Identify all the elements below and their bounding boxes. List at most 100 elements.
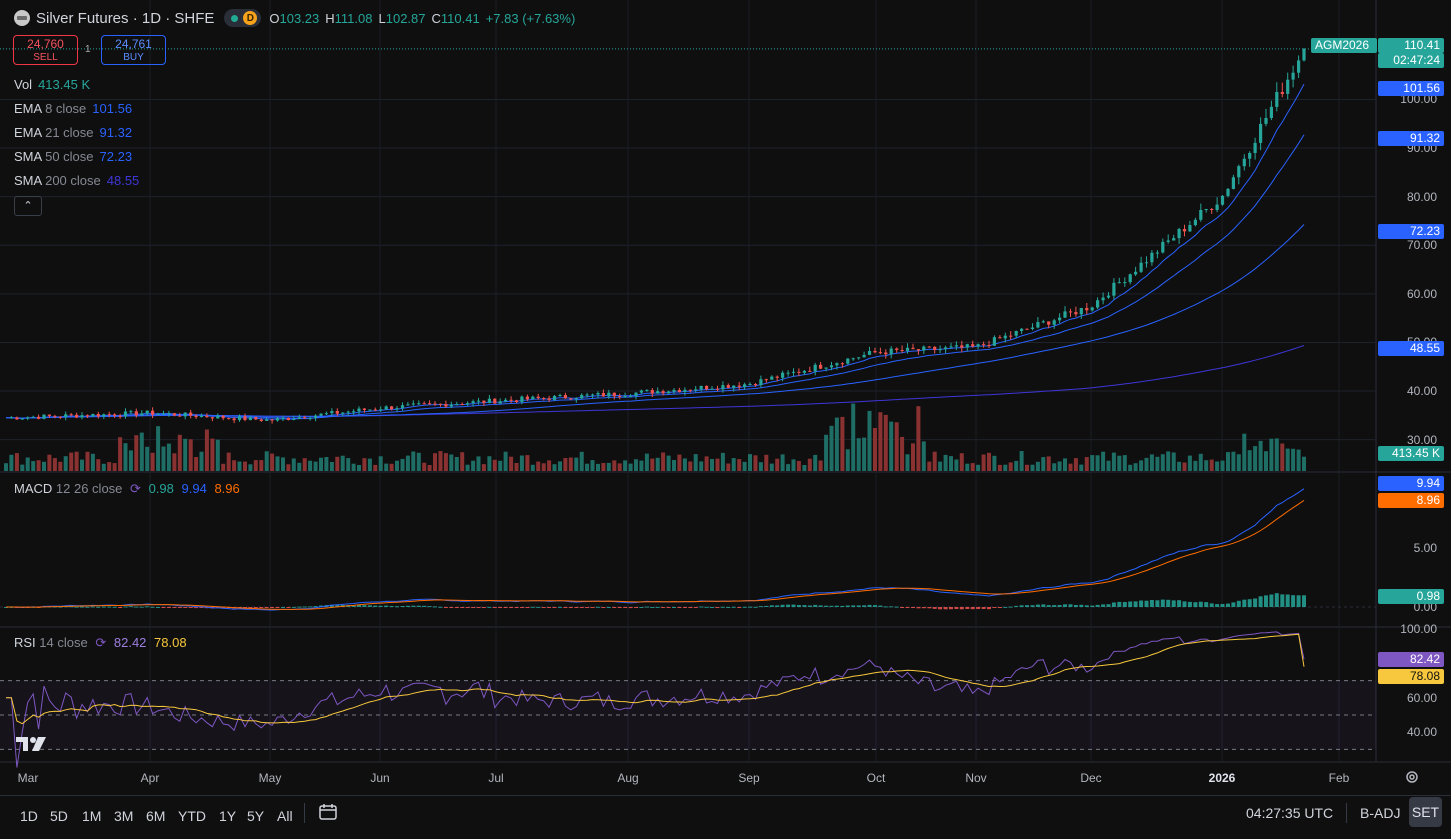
candle-body — [1090, 307, 1094, 311]
volume-bar — [579, 451, 584, 471]
candle-body — [922, 346, 926, 351]
goto-date-icon[interactable] — [318, 802, 338, 822]
legend-ma-3[interactable]: SMA 200 close 48.55 — [14, 173, 139, 189]
range-button-5y[interactable]: 5Y — [247, 808, 264, 824]
volume-bar — [1302, 456, 1306, 471]
macd-hist-bar — [1133, 601, 1138, 607]
macd-hist-bar — [96, 606, 101, 608]
volume-bar — [378, 456, 383, 471]
volume-bar — [552, 464, 557, 471]
macd-hist-bar — [1280, 594, 1285, 607]
volume-bar — [519, 455, 524, 471]
candle-body — [232, 418, 236, 421]
range-button-1m[interactable]: 1M — [82, 808, 101, 824]
macd-hist-bar — [1231, 602, 1236, 607]
price-tick-label: 40.00 — [1406, 384, 1437, 399]
ma-value: 48.55 — [106, 173, 140, 188]
candle-body — [705, 385, 709, 390]
macd-hist-bar — [715, 607, 720, 608]
candle-body — [802, 370, 806, 373]
collapse-legend-button[interactable]: ⌃ — [14, 196, 42, 216]
candle-body — [444, 404, 448, 407]
volume-bar — [259, 460, 264, 471]
volume-bar — [177, 434, 182, 471]
candle-body — [1014, 331, 1018, 336]
candle-body — [379, 409, 383, 411]
candle-body — [1182, 229, 1187, 232]
legend-macd[interactable]: MACD 12 26 close ⟳ 0.98 9.94 8.96 — [14, 481, 240, 497]
legend-ma-2[interactable]: SMA 50 close 72.23 — [14, 149, 132, 165]
range-button-5d[interactable]: 5D — [50, 808, 68, 824]
ohlc-value: 110.41 — [440, 10, 480, 26]
range-button-all[interactable]: All — [277, 808, 293, 824]
ohlc-values: O103.23 H111.08 L102.87 C110.41 +7.83 (+7.63… — [269, 10, 581, 27]
macd-hist-bar — [987, 607, 991, 610]
market-status-pill[interactable]: D — [224, 9, 262, 27]
macd-hist-bar — [1084, 605, 1089, 607]
legend-rsi[interactable]: RSI 14 close ⟳ 82.42 78.08 — [14, 635, 187, 651]
legend-ma-1[interactable]: EMA 21 close 91.32 — [14, 125, 132, 141]
time-tick-label: Sep — [738, 771, 760, 785]
range-button-3m[interactable]: 3M — [114, 808, 133, 824]
volume-bar — [927, 461, 932, 471]
range-button-1y[interactable]: 1Y — [219, 808, 236, 824]
candle-body — [1068, 311, 1073, 313]
volume-bar — [1117, 455, 1122, 471]
volume-bar — [1106, 460, 1111, 471]
bottom-toolbar — [0, 795, 1451, 839]
macd-signal-value: 8.96 — [214, 481, 240, 496]
volume-bar — [796, 461, 801, 471]
volume-bar — [237, 461, 242, 471]
candle-body — [297, 417, 301, 419]
candle-body — [151, 410, 155, 415]
candle-body — [699, 385, 703, 390]
volume-bar — [416, 452, 421, 471]
utc-clock[interactable]: 04:27:35 UTC — [1246, 805, 1333, 821]
buy-button[interactable]: 24,761 BUY — [101, 35, 166, 65]
volume-bar — [1073, 458, 1078, 471]
session-button[interactable]: SET — [1409, 797, 1442, 827]
ma-value: 72.23 — [99, 149, 133, 164]
volume-bar — [1019, 451, 1024, 471]
ma-value: 101.56 — [92, 101, 133, 116]
volume-bar — [112, 463, 117, 471]
candle-body — [846, 358, 850, 364]
symbol-title[interactable]: Silver Futures · 1D · SHFE — [36, 10, 214, 27]
sell-button[interactable]: 24,760 SELL — [13, 35, 78, 65]
volume-bar — [1003, 464, 1008, 471]
volume-bar — [894, 422, 899, 471]
candle-body — [1052, 320, 1056, 325]
volume-bar — [1204, 460, 1209, 471]
volume-bar — [1155, 456, 1160, 471]
candle-body — [1101, 297, 1105, 301]
sell-label: SELL — [33, 52, 58, 63]
adjust-toggle[interactable]: B-ADJ — [1360, 805, 1400, 821]
legend-vol[interactable]: Vol 413.45 K — [14, 77, 90, 93]
volume-bar — [389, 463, 394, 471]
candle-body — [1020, 328, 1024, 331]
candle-body — [900, 350, 904, 351]
range-button-1d[interactable]: 1D — [20, 808, 38, 824]
range-button-6m[interactable]: 6M — [146, 808, 165, 824]
range-button-ytd[interactable]: YTD — [178, 808, 206, 824]
settings-gear-icon[interactable] — [1404, 769, 1420, 785]
macd-hist-bar — [134, 606, 139, 608]
candle-body — [1003, 335, 1007, 339]
chart-canvas[interactable] — [0, 0, 1451, 795]
candle-body — [1139, 262, 1143, 272]
macd-hist-bar — [1155, 600, 1160, 607]
sync-icon[interactable]: ⟳ — [130, 481, 141, 496]
macd-tag: 9.94 — [1378, 476, 1444, 491]
macd-hist-bar — [405, 605, 410, 607]
volume-bar — [655, 457, 660, 471]
tradingview-logo-icon — [16, 735, 48, 753]
candle-body — [156, 413, 160, 415]
candle-body — [938, 349, 942, 351]
macd-hist-bar — [634, 607, 638, 608]
volume-bar — [617, 463, 622, 471]
legend-ma-0[interactable]: EMA 8 close 101.56 — [14, 101, 132, 117]
macd-hist-bar — [253, 607, 258, 608]
sync-icon[interactable]: ⟳ — [95, 635, 106, 650]
volume-bar — [357, 465, 361, 471]
order-quantity[interactable]: 1 — [85, 44, 91, 55]
